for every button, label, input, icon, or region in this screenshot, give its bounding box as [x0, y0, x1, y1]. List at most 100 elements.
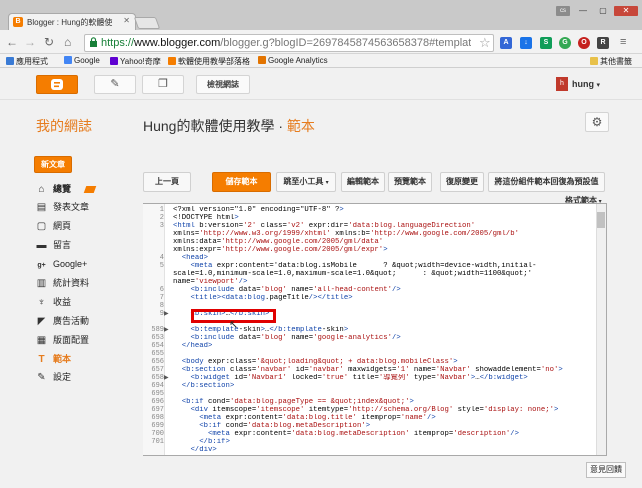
fold-arrow-icon[interactable]: ▶ — [164, 326, 169, 334]
sidebar-item-template[interactable]: T 範本 — [36, 352, 71, 366]
tab-close-icon[interactable]: ✕ — [123, 16, 130, 25]
megaphone-icon: ◤ — [37, 316, 46, 327]
posts-list-icon[interactable]: ❐ — [142, 75, 184, 94]
code-line[interactable]: <meta expr:content='data:blog.title' ite… — [173, 414, 595, 422]
mouse-cursor-icon: ↖ — [229, 319, 239, 331]
code-line[interactable]: <head> — [173, 254, 595, 262]
code-line[interactable]: </head> — [173, 342, 595, 350]
code-line[interactable]: <b:section class='navbar' id='navbar' ma… — [173, 366, 595, 374]
avatar[interactable]: h — [556, 77, 568, 91]
sidebar-item-stats[interactable]: ▥ 統計資料 — [36, 276, 89, 290]
revert-widgets-button[interactable]: 將這份組件範本回復為預設值 — [488, 172, 605, 192]
s-extension-icon[interactable]: S — [540, 37, 552, 49]
code-line[interactable]: <title><data:blog.pageTitle/></title> — [173, 294, 595, 302]
code-line[interactable]: <b:widget id='Navbar1' locked='true' tit… — [173, 374, 595, 382]
sidebar-item-earnings[interactable]: ♆ 收益 — [36, 295, 71, 309]
code-line[interactable]: scale=1.0,minimum-scale=1.0,maximum-scal… — [173, 270, 595, 278]
back-button[interactable]: 上一頁 — [143, 172, 191, 192]
code-line[interactable]: <?xml version="1.0" encoding="UTF-8" ?> — [173, 206, 595, 214]
code-line[interactable]: <!DOCTYPE html> — [173, 214, 595, 222]
sidebar-item-layout[interactable]: ▦ 版面配置 — [36, 333, 89, 347]
my-blogs-link[interactable]: 我的網誌 — [36, 116, 92, 136]
sidebar-item-googleplus[interactable]: g+ Google+ — [36, 257, 87, 271]
profile-chip[interactable]: cs — [556, 6, 570, 16]
new-tab-button[interactable] — [133, 17, 161, 29]
jump-to-widget-button[interactable]: 跳至小工具 ▾ — [276, 172, 336, 192]
line-number: 655 — [151, 350, 164, 358]
code-line[interactable]: </b:if> — [173, 438, 595, 446]
code-line[interactable]: <b:include data='blog' name='all-head-co… — [173, 286, 595, 294]
code-line[interactable]: xmlns='http://www.w3.org/1999/xhtml' xml… — [173, 230, 595, 238]
blogger-logo-button[interactable] — [36, 75, 78, 94]
preview-template-button[interactable]: 預覽範本 — [388, 172, 432, 192]
home-icon[interactable]: ⌂ — [64, 35, 71, 49]
sidebar-item-pages[interactable]: ▢ 網頁 — [36, 219, 71, 233]
close-window-button[interactable]: ✕ — [614, 6, 638, 16]
url-text: https://www.blogger.com/blogger.g?blogID… — [101, 37, 471, 49]
user-menu[interactable]: hung ▾ — [572, 79, 600, 89]
bookmark-star-icon[interactable]: ☆ — [479, 35, 491, 51]
code-line[interactable]: <meta expr:content='data:blog.metaDescri… — [173, 430, 595, 438]
line-number: 3 — [159, 222, 164, 230]
revert-changes-button[interactable]: 復原變更 — [440, 172, 484, 192]
reload-icon[interactable]: ↻ — [44, 35, 54, 49]
line-number: 654 — [151, 342, 164, 350]
pencil-icon[interactable]: ✎ — [94, 75, 136, 94]
line-number: 699 — [151, 422, 164, 430]
new-post-button[interactable]: 新文章 — [34, 156, 72, 173]
bookmark-apps[interactable]: 應用程式 — [6, 56, 48, 67]
translate-extension-icon[interactable]: A — [500, 37, 512, 49]
lock-icon — [90, 37, 97, 47]
back-arrow-icon[interactable]: ← — [6, 35, 18, 49]
line-number: 694 — [151, 382, 164, 390]
view-blog-button[interactable]: 檢視網誌 — [196, 75, 250, 94]
blogger-icon — [168, 57, 176, 65]
line-number: 698 — [151, 414, 164, 422]
sidebar-item-settings[interactable]: ✎ 設定 — [36, 370, 71, 384]
download-extension-icon[interactable]: ↓ — [520, 37, 532, 49]
code-line[interactable]: <meta expr:content='data:blog.isMobile ?… — [173, 262, 595, 270]
fold-arrow-icon[interactable]: ▶ — [164, 374, 169, 382]
editor-scrollbar[interactable] — [596, 204, 606, 455]
maximize-button[interactable]: ▢ — [594, 6, 612, 16]
bookmark-analytics[interactable]: Google Analytics — [258, 56, 328, 65]
menu-icon[interactable]: ≡ — [620, 36, 626, 48]
code-line[interactable]: <b:if cond='data:blog.metaDescription'> — [173, 422, 595, 430]
line-number: 700 — [151, 430, 164, 438]
fold-arrow-icon[interactable]: ▶ — [164, 310, 169, 318]
code-line[interactable]: </div> — [173, 446, 595, 454]
bookmark-yahoo[interactable]: Yahoo!奇摩 — [110, 56, 161, 67]
gray-extension-icon[interactable]: R — [597, 37, 609, 49]
bookmark-other[interactable]: 其他書籤 — [590, 56, 632, 67]
code-line[interactable]: xmlns:data='http://www.google.com/2005/g… — [173, 238, 595, 246]
red-extension-icon[interactable]: O — [578, 37, 590, 49]
folder-icon — [590, 57, 598, 65]
sidebar-item-posts[interactable]: ▤ 發表文章 — [36, 200, 89, 214]
minimize-button[interactable]: — — [574, 6, 592, 16]
sidebar-item-overview[interactable]: ⌂ 總覽 — [36, 182, 71, 196]
template-icon: T — [38, 354, 45, 365]
edit-template-button[interactable]: 編輯範本 — [341, 172, 385, 192]
green-extension-icon[interactable]: G — [559, 37, 571, 49]
code-line[interactable]: name='viewport'/> — [173, 278, 595, 286]
code-line[interactable]: <b:if cond='data:blog.pageType == &quot;… — [173, 398, 595, 406]
gear-icon[interactable]: ⚙ — [585, 112, 609, 132]
scrollbar-thumb[interactable] — [597, 212, 605, 228]
sidebar-item-comments[interactable]: ▬ 留言 — [36, 238, 72, 252]
sidebar-item-campaigns[interactable]: ◤ 廣告活動 — [36, 314, 89, 328]
google-icon — [64, 56, 72, 64]
code-line[interactable]: xmlns:expr='http://www.google.com/2005/g… — [173, 246, 595, 254]
save-template-button[interactable]: 儲存範本 — [212, 172, 271, 192]
code-line[interactable]: <html b:version='2' class='v2' expr:dir=… — [173, 222, 595, 230]
code-line[interactable]: <div itemscope='itemscope' itemtype='htt… — [173, 406, 595, 414]
code-line[interactable]: <body expr:class='&quot;loading&quot; + … — [173, 358, 595, 366]
bookmark-blog[interactable]: 軟體使用教學部落格 — [168, 56, 250, 67]
code-line[interactable]: </b:section> — [173, 382, 595, 390]
bookmark-google[interactable]: Google — [64, 56, 100, 65]
browser-tab[interactable]: B Blogger : Hung的軟體使 ✕ — [8, 13, 136, 30]
line-number: 2 — [159, 214, 164, 222]
page-title: Hung的軟體使用教學 · 範本 — [143, 118, 315, 134]
feedback-button[interactable]: 意見回饋 — [586, 462, 626, 478]
code-line[interactable]: <b:include data='blog' name='google-anal… — [173, 334, 595, 342]
forward-arrow-icon[interactable]: → — [24, 35, 36, 49]
